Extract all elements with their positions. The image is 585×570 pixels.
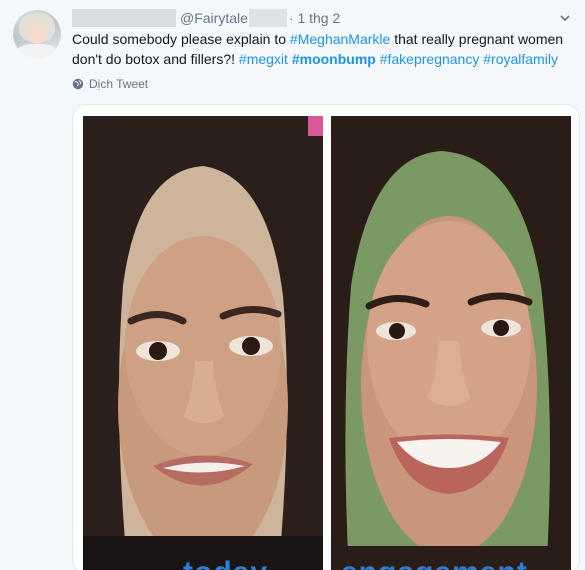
- tweet-text-segment: Could somebody please explain to: [72, 31, 290, 47]
- handle-redacted: [248, 9, 287, 27]
- media-photo-left[interactable]: today: [83, 116, 323, 570]
- display-name-redacted[interactable]: [72, 9, 176, 27]
- hashtag-link[interactable]: #MeghanMarkle: [290, 31, 390, 47]
- tweet-header: @Fairytale · 1 thg 2: [72, 8, 340, 28]
- tweet: @Fairytale · 1 thg 2 Could somebody plea…: [0, 0, 585, 570]
- tweet-media[interactable]: today: [72, 104, 580, 570]
- chevron-down-icon[interactable]: [559, 12, 571, 24]
- media-photo-right[interactable]: engagement: [331, 116, 571, 570]
- translate-tweet-link[interactable]: Dịch Tweet: [72, 77, 148, 91]
- tweet-timestamp[interactable]: · 1 thg 2: [289, 10, 340, 26]
- translate-label: Dịch Tweet: [89, 77, 149, 91]
- avatar[interactable]: [13, 10, 61, 58]
- woman-face-photo: [83, 116, 323, 570]
- hashtag-link[interactable]: #moonbump: [292, 51, 376, 67]
- photo-watermark: engagement: [341, 556, 528, 570]
- tweet-text-segment: don't do botox and fillers?!: [72, 51, 239, 67]
- hashtag-link[interactable]: #royalfamily: [483, 51, 558, 67]
- hashtag-link[interactable]: #megxit: [239, 51, 288, 67]
- globe-icon: [72, 78, 84, 90]
- woman-face-photo: [331, 116, 571, 570]
- tweet-text: Could somebody please explain to #Meghan…: [72, 29, 572, 69]
- photo-watermark: today: [183, 556, 268, 570]
- user-handle[interactable]: @Fairytale: [180, 10, 248, 26]
- tweet-text-segment: that really pregnant women: [390, 31, 564, 47]
- hashtag-link[interactable]: #fakepregnancy: [380, 51, 480, 67]
